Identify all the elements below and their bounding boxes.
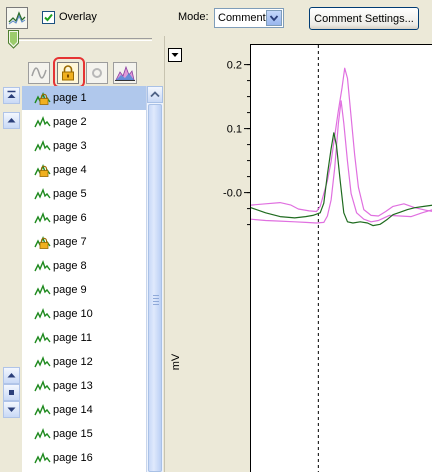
- locked-trace-icon: [34, 90, 52, 106]
- trace-icon: [34, 186, 52, 202]
- scroll-top-button[interactable]: [3, 87, 20, 104]
- overlay-checkbox[interactable]: [42, 11, 55, 24]
- page-list-item[interactable]: page 7: [22, 230, 146, 254]
- page-label: page 7: [53, 236, 87, 248]
- scroll-grip: [153, 304, 159, 305]
- page-label: page 15: [53, 428, 93, 440]
- trace-icon: [34, 330, 52, 346]
- page-up-button[interactable]: [3, 367, 20, 384]
- circle-icon[interactable]: [86, 62, 108, 84]
- page-label: page 2: [53, 116, 87, 128]
- scroll-up-button[interactable]: [3, 112, 20, 129]
- page-list-item[interactable]: page 16: [22, 446, 146, 470]
- trace-icon: [34, 114, 52, 130]
- overlay-label: Overlay: [59, 11, 97, 23]
- mode-label: Mode:: [178, 11, 209, 23]
- page-list-item[interactable]: page 11: [22, 326, 146, 350]
- page-list-item[interactable]: page 9: [22, 278, 146, 302]
- lock-icon[interactable]: [57, 62, 79, 84]
- trace-icon: [34, 450, 52, 466]
- trace-icon: [34, 138, 52, 154]
- page-label: page 16: [53, 452, 93, 464]
- chart-area: 0.2 0.1 -0.0 mV: [168, 44, 432, 472]
- chevron-down-icon[interactable]: [266, 10, 282, 26]
- trace-icon: [34, 378, 52, 394]
- comment-settings-label: Comment Settings...: [314, 13, 414, 25]
- trace-icon: [34, 426, 52, 442]
- page-label: page 9: [53, 284, 87, 296]
- page-label: page 3: [53, 140, 87, 152]
- scroll-grip: [153, 298, 159, 299]
- trace-line: [250, 132, 432, 227]
- page-list: page 1 page 2 page 3 page 4 page 5 page 6 page…: [22, 86, 146, 472]
- trace-icon: [34, 282, 52, 298]
- page-list-item[interactable]: page 14: [22, 398, 146, 422]
- trace-icon: [34, 210, 52, 226]
- zoom-slider-track[interactable]: [14, 38, 152, 41]
- wave-icon[interactable]: [28, 62, 50, 84]
- locked-trace-icon: [34, 162, 52, 178]
- page-label: page 1: [53, 92, 87, 104]
- page-list-item[interactable]: page 8: [22, 254, 146, 278]
- y-axis-label: mV: [170, 353, 182, 370]
- spectrum-icon[interactable]: [113, 62, 137, 84]
- y-tick-label: -0.0: [223, 188, 242, 200]
- page-list-scrollbar[interactable]: [146, 86, 163, 472]
- trace-icon: [34, 306, 52, 322]
- page-down-button[interactable]: [3, 401, 20, 418]
- toolbar: Overlay Mode: Comment Comment Settings..…: [0, 0, 432, 36]
- page-label: page 13: [53, 380, 93, 392]
- page-list-item[interactable]: page 2: [22, 110, 146, 134]
- y-tick-label: 0.2: [227, 60, 242, 72]
- page-list-item[interactable]: page 12: [22, 350, 146, 374]
- trace-icon: [34, 354, 52, 370]
- page-label: page 14: [53, 404, 93, 416]
- page-list-item[interactable]: page 3: [22, 134, 146, 158]
- page-label: page 5: [53, 188, 87, 200]
- scroll-grip: [153, 301, 159, 302]
- mode-select[interactable]: Comment: [214, 8, 284, 28]
- zoom-slider-thumb[interactable]: [8, 30, 19, 49]
- mode-select-value: Comment: [218, 12, 266, 24]
- page-list-item[interactable]: page 4: [22, 158, 146, 182]
- page-label: page 12: [53, 356, 93, 368]
- page-label: page 11: [53, 332, 92, 344]
- scroll-grip: [153, 295, 159, 296]
- page-label: page 6: [53, 212, 87, 224]
- page-label: page 10: [53, 308, 93, 320]
- page-list-scroll-thumb[interactable]: [148, 104, 162, 472]
- page-list-item[interactable]: page 10: [22, 302, 146, 326]
- y-axis: 0.2 0.1 -0.0 mV: [170, 60, 250, 370]
- plot-area[interactable]: [250, 44, 432, 472]
- trace-icon: [34, 258, 52, 274]
- page-list-item[interactable]: page 13: [22, 374, 146, 398]
- waveform-overlay-icon[interactable]: [6, 7, 28, 29]
- page-middle-button[interactable]: [3, 384, 20, 401]
- page-list-item[interactable]: page 5: [22, 182, 146, 206]
- comment-settings-button[interactable]: Comment Settings...: [309, 7, 419, 30]
- page-label: page 4: [53, 164, 87, 176]
- page-list-item[interactable]: page 6: [22, 206, 146, 230]
- scroll-up-arrow[interactable]: [147, 86, 163, 103]
- page-list-item[interactable]: page 1: [22, 86, 146, 110]
- page-list-item[interactable]: page 15: [22, 422, 146, 446]
- locked-trace-icon: [34, 234, 52, 250]
- page-label: page 8: [53, 260, 87, 272]
- trace-icon: [34, 402, 52, 418]
- y-tick-label: 0.1: [227, 124, 242, 136]
- plot-svg: [250, 45, 432, 472]
